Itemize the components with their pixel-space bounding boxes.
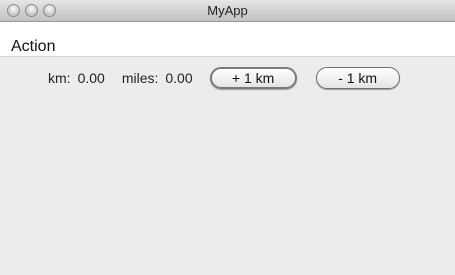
main-content: km: 0.00 miles: 0.00 + 1 km - 1 km <box>0 57 455 275</box>
menu-bar: Action <box>0 22 455 56</box>
subtract-km-button[interactable]: - 1 km <box>315 67 400 89</box>
converter-row: km: 0.00 miles: 0.00 + 1 km - 1 km <box>48 66 400 90</box>
km-label: km: <box>48 70 71 86</box>
window-title: MyApp <box>207 3 248 18</box>
miles-value: 0.00 <box>165 70 193 86</box>
title-bar[interactable]: MyApp <box>0 0 455 22</box>
add-km-button[interactable]: + 1 km <box>209 67 297 89</box>
app-window: MyApp Action km: 0.00 miles: 0.00 + 1 km… <box>0 0 455 275</box>
menu-action[interactable]: Action <box>11 38 55 56</box>
km-value: 0.00 <box>77 70 105 86</box>
miles-label: miles: <box>121 70 159 86</box>
